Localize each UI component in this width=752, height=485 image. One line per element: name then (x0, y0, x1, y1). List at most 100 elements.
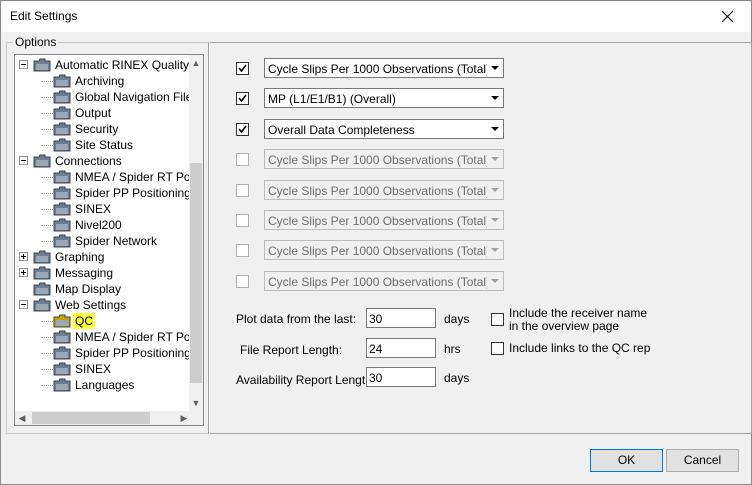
folder-icon (53, 314, 71, 328)
tree-item[interactable]: Map Display (15, 281, 191, 297)
chevron-down-icon[interactable] (487, 242, 502, 259)
tree-item-label: NMEA / Spider RT Posi (75, 170, 191, 184)
tree-item-label: Map Display (55, 282, 122, 296)
plot-data-input[interactable]: 30 (366, 308, 436, 328)
chevron-down-icon[interactable] (487, 60, 502, 76)
collapse-icon[interactable] (19, 300, 28, 309)
availability-report-input[interactable]: 30 (366, 367, 436, 387)
folder-icon (53, 362, 71, 376)
collapse-icon[interactable] (19, 60, 28, 69)
folder-icon (33, 282, 51, 296)
tree-item-label: Global Navigation Files (75, 90, 191, 104)
metric-select[interactable]: MP (L1/E1/B1) (Overall) (264, 88, 504, 109)
scroll-left-icon[interactable]: ◀ (15, 412, 29, 424)
cancel-button[interactable]: Cancel (666, 449, 739, 472)
tree-connector (41, 241, 53, 242)
file-report-input[interactable]: 24 (366, 338, 436, 358)
plot-data-value: 30 (369, 312, 383, 326)
folder-icon (53, 122, 71, 136)
chevron-down-icon[interactable] (487, 272, 502, 289)
tree-item-label: Web Settings (55, 298, 127, 312)
expand-icon[interactable] (19, 252, 28, 261)
tree-item[interactable]: Spider Network (15, 233, 191, 249)
metric-checkbox[interactable] (236, 122, 249, 136)
tree-item-label: Archiving (75, 74, 125, 88)
metric-checkbox[interactable] (236, 92, 249, 106)
tree-item[interactable]: Web Settings (15, 297, 191, 313)
ok-button[interactable]: OK (590, 449, 663, 472)
chevron-down-icon[interactable] (487, 90, 502, 107)
metric-checkbox[interactable] (236, 214, 249, 227)
metric-checkbox[interactable] (236, 153, 249, 167)
folder-icon (53, 202, 71, 216)
chevron-down-icon[interactable] (487, 151, 502, 168)
metric-select[interactable]: Cycle Slips Per 1000 Observations (Total… (264, 179, 504, 200)
tree-item[interactable]: Languages (15, 377, 191, 393)
expand-icon[interactable] (19, 268, 28, 277)
scroll-down-icon[interactable]: ▼ (189, 397, 203, 409)
options-tree[interactable]: Automatic RINEX Quality Ch Archiving Globa… (14, 54, 204, 426)
tree-connector (41, 321, 53, 322)
tree-item[interactable]: SINEX (15, 201, 191, 217)
tree-item[interactable]: Site Status (15, 137, 191, 153)
tree-item-label: Site Status (75, 138, 134, 152)
metric-select[interactable]: Cycle Slips Per 1000 Observations (Total… (264, 149, 504, 170)
close-button[interactable] (705, 1, 751, 32)
tree-item[interactable]: Nivel200 (15, 217, 191, 233)
tree-vertical-scroll-thumb[interactable] (190, 163, 202, 383)
tree-item[interactable]: Spider PP Positioning (15, 185, 191, 201)
include-links-checkbox[interactable] (491, 342, 504, 355)
tree-item-label: NMEA / Spider RT Posi (75, 330, 191, 344)
tree-item-label: Spider PP Positioning (75, 186, 191, 200)
folder-icon (53, 330, 71, 344)
tree-connector (41, 209, 53, 210)
scroll-up-icon[interactable]: ▲ (189, 57, 203, 69)
tree-connector (41, 193, 53, 194)
tree-vertical-scrollbar[interactable]: ▲ ▼ (189, 55, 203, 411)
edit-settings-dialog: Edit Settings Options Automatic RINEX Qu… (0, 0, 752, 485)
tree-item[interactable]: Connections (15, 153, 191, 169)
file-report-value: 24 (369, 342, 383, 356)
folder-icon (53, 170, 71, 184)
metric-select[interactable]: Cycle Slips Per 1000 Observations (Total… (264, 210, 504, 230)
tree-horizontal-scrollbar[interactable]: ◀ ▶ (15, 411, 191, 425)
folder-icon (53, 106, 71, 120)
window-title: Edit Settings (10, 9, 78, 23)
include-links-label: Include links to the QC reports (509, 341, 651, 355)
file-report-label: File Report Length: (240, 343, 343, 357)
tree-item[interactable]: Graphing (15, 249, 191, 265)
tree-item[interactable]: Spider PP Positioning (15, 345, 191, 361)
include-receiver-checkbox[interactable] (491, 313, 504, 326)
metric-select[interactable]: Cycle Slips Per 1000 Observations (Total… (264, 270, 504, 291)
tree-horizontal-scroll-thumb[interactable] (32, 412, 150, 424)
chevron-down-icon[interactable] (487, 181, 502, 198)
tree-item[interactable]: SINEX (15, 361, 191, 377)
include-receiver-label-1: Include the receiver name (509, 306, 648, 320)
tree-item-label: Spider PP Positioning (75, 346, 191, 360)
tree-connector (41, 385, 53, 386)
chevron-down-icon[interactable] (487, 212, 502, 228)
metric-select[interactable]: Cycle Slips Per 1000 Observations (Total… (264, 240, 504, 261)
metric-checkbox[interactable] (236, 244, 249, 258)
tree-item[interactable]: Archiving (15, 73, 191, 89)
tree-item-label: Nivel200 (75, 218, 122, 232)
tree-item[interactable]: NMEA / Spider RT Posi (15, 329, 191, 345)
folder-icon (53, 378, 71, 392)
tree-item[interactable]: QC (15, 313, 191, 329)
collapse-icon[interactable] (19, 156, 28, 165)
chevron-down-icon[interactable] (487, 120, 502, 137)
tree-item[interactable]: Messaging (15, 265, 191, 281)
tree-item[interactable]: Output (15, 105, 191, 121)
scrollbar-corner (189, 411, 203, 425)
metric-checkbox[interactable] (236, 274, 249, 288)
tree-item-label: SINEX (75, 202, 112, 216)
tree-item[interactable]: NMEA / Spider RT Posi (15, 169, 191, 185)
metric-select[interactable]: Overall Data Completeness (264, 118, 504, 139)
tree-item[interactable]: Global Navigation Files (15, 89, 191, 105)
metric-checkbox[interactable] (236, 62, 249, 75)
tree-item[interactable]: Security (15, 121, 191, 137)
tree-connector (41, 113, 53, 114)
tree-item[interactable]: Automatic RINEX Quality Ch (15, 57, 191, 73)
metric-select[interactable]: Cycle Slips Per 1000 Observations (Total… (264, 58, 504, 78)
metric-checkbox[interactable] (236, 183, 249, 197)
